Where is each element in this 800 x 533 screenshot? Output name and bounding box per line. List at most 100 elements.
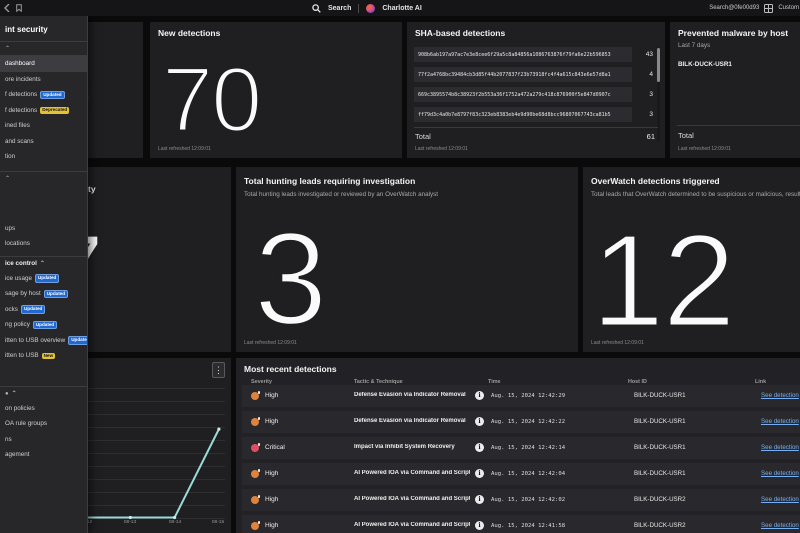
card-title: New detections — [158, 28, 220, 38]
sha-row[interactable]: 77f2a4768bc39484cb3d85f44b2077837f23b739… — [414, 67, 632, 82]
detection-time: Aug. 15, 2024 12:41:58 — [491, 523, 565, 529]
info-icon[interactable]: i — [475, 391, 484, 400]
menu-item-detections-updated[interactable]: f detectionsUpdated — [0, 87, 87, 103]
tactic-label: AI Powered IOA via Command and Scripting… — [354, 522, 470, 528]
new-badge: New — [42, 353, 55, 360]
updated-badge: Updated — [44, 290, 68, 299]
sha-row[interactable]: ff79d3c4a0b7e8797f83c323eb8383eb4e9d90be… — [414, 107, 632, 122]
scrollbar-thumb[interactable] — [657, 48, 660, 82]
host-id: BILK-DUCK-USR1 — [634, 418, 686, 425]
topbar-center: Search Charlotte AI — [312, 0, 422, 16]
menu-item-written-to-usb[interactable]: itten to USBNew — [0, 348, 87, 364]
card-title: Prevented malware by host — [678, 28, 788, 38]
menu-item-quarantined-files[interactable]: ined files — [0, 118, 87, 134]
x-axis-label: 08-14 — [169, 520, 181, 525]
menu-item-usb-overview[interactable]: itten to USB overviewUpdated — [0, 333, 87, 349]
chevron-up-icon: ⌃ — [40, 260, 45, 267]
menu-item-usage-by-host[interactable]: sage by hostUpdated — [0, 286, 87, 302]
host-label[interactable]: BILK-DUCK-USR1 — [678, 61, 732, 68]
menu-item-policy[interactable]: ng policyUpdated — [0, 317, 87, 333]
section-configure[interactable]: ●⌃ — [0, 387, 87, 401]
search-button[interactable]: Search — [328, 5, 351, 12]
account-label[interactable]: Search@0fe00d93 — [709, 5, 759, 11]
see-detection-link[interactable]: See detection — [761, 444, 799, 451]
sha-count: 4 — [633, 71, 653, 78]
collapse-chevron[interactable]: ⌃ — [0, 42, 87, 55]
severity-label: Critical — [265, 444, 285, 451]
menu-item-management[interactable]: agement — [0, 447, 87, 463]
metric-value: 3 — [254, 213, 325, 345]
menu-item-prevention-policies[interactable]: on policies — [0, 401, 87, 417]
detection-row[interactable]: High AI Powered IOA via Command and Scri… — [242, 515, 800, 533]
menu-item-tion[interactable]: tion — [0, 149, 87, 165]
sha-hash: 77f2a4768bc39484cb3d85f44b2077837f23b739… — [418, 72, 611, 78]
info-icon[interactable]: i — [475, 495, 484, 504]
detection-row[interactable]: High AI Powered IOA via Command and Scri… — [242, 463, 800, 485]
tactic-label: Impact via Inhibit System Recovery — [354, 444, 470, 450]
section-device-control[interactable]: ice control⌃ — [0, 257, 87, 271]
back-icon[interactable] — [4, 4, 10, 12]
x-axis-label: 08-13 — [124, 520, 136, 525]
last-refreshed: Last refreshed 12:09:01 — [591, 340, 644, 346]
sha-count: 3 — [633, 111, 653, 118]
detection-row[interactable]: High AI Powered IOA via Command and Scri… — [242, 489, 800, 511]
charlotte-ai-icon[interactable] — [366, 4, 375, 13]
card-prevented-malware: Prevented malware by host Last 7 days BI… — [670, 22, 800, 158]
sha-count: 43 — [633, 51, 653, 58]
total-label: Total — [678, 131, 694, 140]
see-detection-link[interactable]: See detection — [761, 522, 799, 529]
menu-item-dashboard[interactable]: dashboard — [0, 56, 87, 72]
tactic-label: AI Powered IOA via Command and Scripting… — [354, 496, 470, 502]
updated-badge: Updated — [68, 336, 87, 345]
info-icon[interactable]: i — [475, 469, 484, 478]
updated-badge: Updated — [35, 274, 59, 283]
sha-row[interactable]: 669c3895574b8c38923f2b553a36f1752a472a27… — [414, 87, 632, 102]
menu-item-groups[interactable]: ups — [0, 221, 87, 237]
host-id: BILK-DUCK-USR1 — [634, 392, 686, 399]
info-icon[interactable]: i — [475, 417, 484, 426]
see-detection-link[interactable]: See detection — [761, 392, 799, 399]
total-value: 61 — [647, 132, 655, 141]
severity-high-icon — [251, 470, 259, 478]
severity-label: High — [265, 496, 278, 503]
card-subtitle: Total leads that OverWatch determined to… — [591, 191, 800, 198]
see-detection-link[interactable]: See detection — [761, 470, 799, 477]
search-icon[interactable] — [312, 4, 321, 13]
detection-row[interactable]: High Defense Evasion via Indicator Remov… — [242, 411, 800, 433]
last-refreshed: Last refreshed 12:09:01 — [244, 340, 297, 346]
detection-row[interactable]: Critical Impact via Inhibit System Recov… — [242, 437, 800, 459]
menu-item-incidents[interactable]: ore incidents — [0, 72, 87, 88]
see-detection-link[interactable]: See detection — [761, 418, 799, 425]
bookmark-icon[interactable] — [16, 4, 22, 12]
sha-row[interactable]: 908b6ab197a97ac7e3e8cee6f29a5c8a84856a10… — [414, 47, 632, 62]
charlotte-ai-button[interactable]: Charlotte AI — [382, 5, 421, 12]
customize-button[interactable]: Custom — [778, 5, 799, 11]
info-icon[interactable]: i — [475, 521, 484, 530]
severity-critical-icon — [251, 444, 259, 452]
menu-spacer — [0, 185, 87, 221]
tactic-label: Defense Evasion via Indicator Removal — [354, 392, 470, 398]
menu-item-device-usage[interactable]: ice usageUpdated — [0, 271, 87, 287]
chevron-up-icon: ⌃ — [12, 390, 17, 397]
topbar-right: Search@0fe00d93 Custom — [709, 0, 800, 16]
menu-item-locations[interactable]: locations — [0, 236, 87, 252]
table-title: Most recent detections — [244, 364, 337, 374]
sha-hash: ff79d3c4a0b7e8797f83c323eb8383eb4e9d90be… — [418, 112, 611, 118]
card-title-fragment: ty — [88, 184, 96, 194]
menu-item-ns[interactable]: ns — [0, 432, 87, 448]
divider — [414, 127, 658, 128]
detection-row[interactable]: High Defense Evasion via Indicator Remov… — [242, 385, 800, 407]
collapse-chevron[interactable]: ⌃ — [0, 172, 87, 185]
menu-item-blocks[interactable]: ocksUpdated — [0, 302, 87, 318]
see-detection-link[interactable]: See detection — [761, 496, 799, 503]
detection-time: Aug. 15, 2024 12:42:29 — [491, 393, 565, 399]
card-title: Total hunting leads requiring investigat… — [244, 176, 415, 186]
menu-item-ioa-rule-groups[interactable]: OA rule groups — [0, 416, 87, 432]
menu-item-scans[interactable]: and scans — [0, 134, 87, 150]
apps-grid-icon[interactable] — [764, 4, 773, 13]
severity-label: High — [265, 522, 278, 529]
menu-item-detections-deprecated[interactable]: f detectionsDeprecated — [0, 103, 87, 119]
falcon-dashboard: Search Charlotte AI Search@0fe00d93 Cust… — [0, 0, 800, 533]
top-bar: Search Charlotte AI Search@0fe00d93 Cust… — [0, 0, 800, 16]
info-icon[interactable]: i — [475, 443, 484, 452]
